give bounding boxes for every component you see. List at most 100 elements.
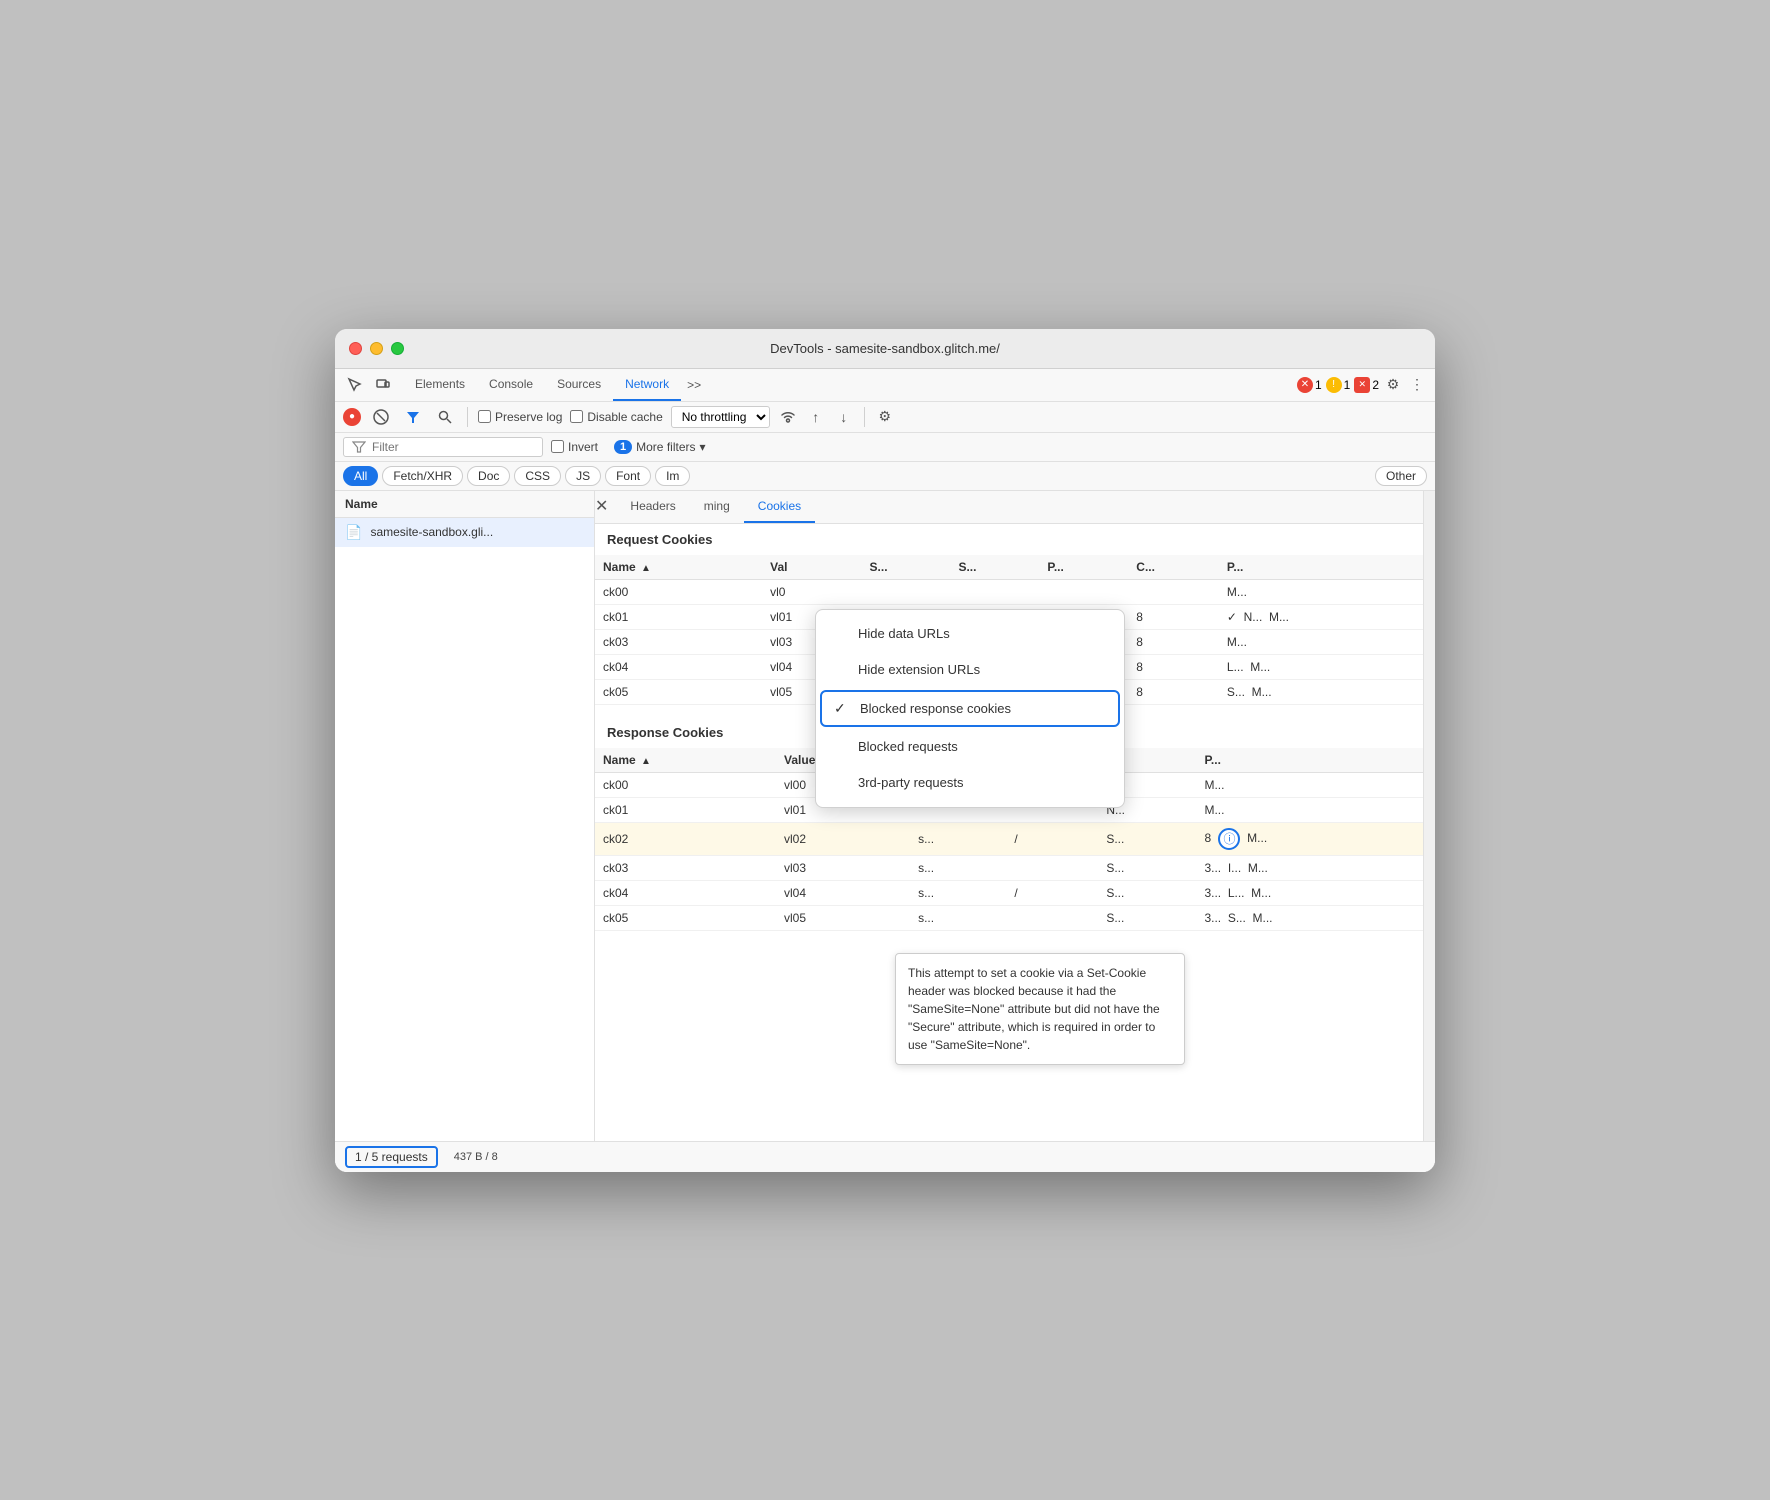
cell-name: ck05 xyxy=(595,679,762,704)
tab-timing[interactable]: ming xyxy=(690,491,744,523)
network-settings-icon[interactable]: ⚙ xyxy=(875,407,895,427)
table-header-row: Name ▲ Val S... S... P... C... P... xyxy=(595,555,1423,580)
close-detail-button[interactable]: ✕ xyxy=(595,499,608,515)
cell-val: vl05 xyxy=(776,905,910,930)
error-badge: ✕ 1 xyxy=(1297,377,1322,393)
separator2 xyxy=(864,407,865,427)
maximize-button[interactable] xyxy=(391,342,404,355)
clear-button[interactable] xyxy=(369,407,393,427)
type-filter-js[interactable]: JS xyxy=(565,466,601,486)
disable-cache-label[interactable]: Disable cache xyxy=(570,410,662,424)
close-button[interactable] xyxy=(349,342,362,355)
info-badge: ✕ 2 xyxy=(1354,377,1379,393)
request-item-samesite[interactable]: 📄 samesite-sandbox.gli... xyxy=(335,518,594,547)
cell-name: ck03 xyxy=(595,629,762,654)
tab-elements[interactable]: Elements xyxy=(403,369,477,401)
col-val[interactable]: Val xyxy=(762,555,861,580)
type-filter-other[interactable]: Other xyxy=(1375,466,1427,486)
tab-console[interactable]: Console xyxy=(477,369,545,401)
check-empty3 xyxy=(832,739,848,755)
type-filter-font[interactable]: Font xyxy=(605,466,651,486)
col-name[interactable]: Name ▲ xyxy=(595,748,776,773)
cell-val: vl03 xyxy=(776,855,910,880)
cookie-tooltip: This attempt to set a cookie via a Set-C… xyxy=(895,953,1185,1065)
type-filter-img[interactable]: Im xyxy=(655,466,690,486)
device-icon[interactable] xyxy=(371,373,395,397)
request-list-header: Name xyxy=(335,491,594,518)
window-title: DevTools - samesite-sandbox.glitch.me/ xyxy=(770,341,1000,356)
col-p[interactable]: P... xyxy=(1039,555,1128,580)
table-row[interactable]: ck04 vl04 s... / S... 3... L... M... xyxy=(595,880,1423,905)
preserve-log-label[interactable]: Preserve log xyxy=(478,410,562,424)
status-bar: 1 / 5 requests 437 B / 8 xyxy=(335,1141,1435,1172)
cell-name: ck05 xyxy=(595,905,776,930)
upload-icon[interactable]: ↑ xyxy=(806,407,826,427)
devtools-window: DevTools - samesite-sandbox.glitch.me/ E… xyxy=(335,329,1435,1172)
type-filter-doc[interactable]: Doc xyxy=(467,466,510,486)
type-filter-css[interactable]: CSS xyxy=(514,466,561,486)
devtools-tabs: Elements Console Sources Network >> ✕ 1 … xyxy=(335,369,1435,402)
cell-name: ck01 xyxy=(595,797,776,822)
more-icon[interactable]: ⋮ xyxy=(1407,375,1427,395)
dropdown-item-hide-ext[interactable]: Hide extension URLs xyxy=(816,652,1124,688)
check-empty2 xyxy=(832,662,848,678)
cell-val: vl0 xyxy=(762,579,861,604)
dropdown-item-blocked-response[interactable]: ✓ Blocked response cookies xyxy=(820,690,1120,727)
traffic-lights xyxy=(349,342,404,355)
type-filter-fetch[interactable]: Fetch/XHR xyxy=(382,466,463,486)
throttle-select[interactable]: No throttling xyxy=(671,406,770,428)
tab-sources[interactable]: Sources xyxy=(545,369,613,401)
invert-checkbox[interactable] xyxy=(551,440,564,453)
col-s1[interactable]: S... xyxy=(862,555,951,580)
tab-cookies[interactable]: Cookies xyxy=(744,491,815,523)
tab-headers[interactable]: Headers xyxy=(616,491,689,523)
cell-name: ck01 xyxy=(595,604,762,629)
detail-tabs: ✕ Headers ming Cookies xyxy=(595,491,1423,524)
col-s2[interactable]: S... xyxy=(950,555,1039,580)
separator xyxy=(467,407,468,427)
filter-row: Invert 1 More filters ▾ xyxy=(335,433,1435,462)
download-icon[interactable]: ↓ xyxy=(834,407,854,427)
request-list: Name 📄 samesite-sandbox.gli... xyxy=(335,491,595,1141)
col-p2[interactable]: P... xyxy=(1196,748,1423,773)
more-filters-button[interactable]: 1 More filters ▾ xyxy=(606,437,714,457)
dropdown-item-blocked-req[interactable]: Blocked requests xyxy=(816,729,1124,765)
size-info: 437 B / 8 xyxy=(454,1151,498,1163)
wifi-icon[interactable] xyxy=(778,407,798,427)
network-toolbar: ● Preserve log Disable cache No throttli… xyxy=(335,402,1435,433)
requests-count: 1 / 5 requests xyxy=(345,1146,438,1168)
filter-input-wrap xyxy=(343,437,543,457)
titlebar: DevTools - samesite-sandbox.glitch.me/ xyxy=(335,329,1435,369)
stop-recording-button[interactable]: ● xyxy=(343,408,361,426)
dropdown-item-third-party[interactable]: 3rd-party requests xyxy=(816,765,1124,801)
minimize-button[interactable] xyxy=(370,342,383,355)
main-content: Name 📄 samesite-sandbox.gli... ✕ Headers… xyxy=(335,491,1435,1141)
tab-network[interactable]: Network xyxy=(613,369,681,401)
filter-input[interactable] xyxy=(372,440,532,454)
table-row[interactable]: ck00 vl0 M... xyxy=(595,579,1423,604)
search-button[interactable] xyxy=(433,407,457,427)
col-c[interactable]: C... xyxy=(1128,555,1219,580)
scrollbar[interactable] xyxy=(1423,491,1435,1141)
cursor-icon[interactable] xyxy=(343,373,367,397)
invert-label[interactable]: Invert xyxy=(551,440,598,454)
cell-val: vl04 xyxy=(776,880,910,905)
disable-cache-checkbox[interactable] xyxy=(570,410,583,423)
cell-name: ck03 xyxy=(595,855,776,880)
type-filter-all[interactable]: All xyxy=(343,466,378,486)
col-name[interactable]: Name ▲ xyxy=(595,555,762,580)
settings-icon[interactable]: ⚙ xyxy=(1383,375,1403,395)
filter-button[interactable] xyxy=(401,407,425,427)
document-icon: 📄 xyxy=(345,524,362,541)
table-row-highlighted[interactable]: ck02 vl02 s... / S... 8 ⓘ M... xyxy=(595,822,1423,855)
check-empty4 xyxy=(832,775,848,791)
table-row[interactable]: ck03 vl03 s... S... 3... I... M... xyxy=(595,855,1423,880)
col-p2[interactable]: P... xyxy=(1219,555,1423,580)
preserve-log-checkbox[interactable] xyxy=(478,410,491,423)
type-filter-row: All Fetch/XHR Doc CSS JS Font Im Other xyxy=(335,462,1435,491)
tab-more[interactable]: >> xyxy=(681,370,707,400)
dropdown-icon: ▾ xyxy=(699,440,705,454)
table-row[interactable]: ck05 vl05 s... S... 3... S... M... xyxy=(595,905,1423,930)
dropdown-item-hide-data[interactable]: Hide data URLs xyxy=(816,616,1124,652)
info-icon-button[interactable]: ⓘ xyxy=(1218,828,1240,850)
